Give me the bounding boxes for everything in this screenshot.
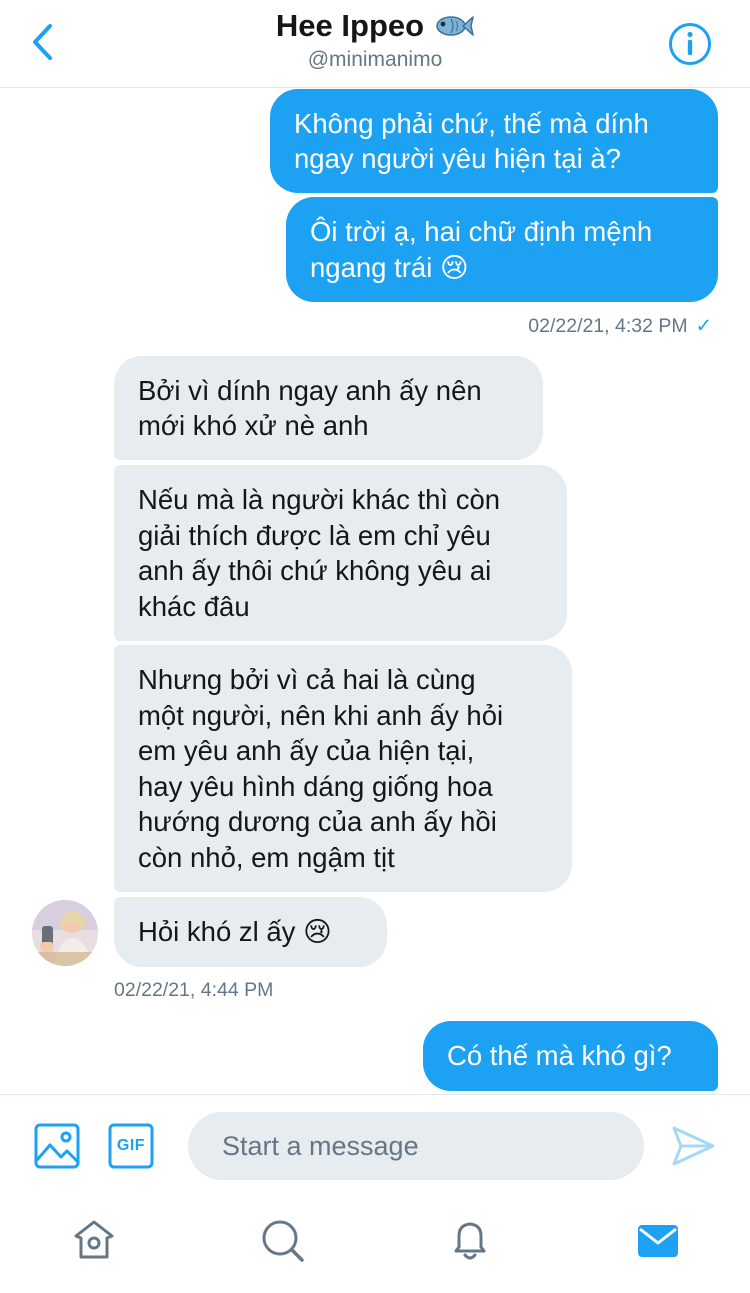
fish-emoji-icon [436, 16, 474, 36]
search-icon [262, 1220, 304, 1262]
add-image-button[interactable] [34, 1123, 80, 1169]
message-text: Ôi trời ạ, hai chữ định mệnh ngang trái … [310, 216, 653, 283]
read-check-icon: ✓ [695, 315, 712, 337]
message-text: Nếu mà là người khác thì còn giải thích … [138, 484, 501, 622]
send-button[interactable] [670, 1123, 716, 1169]
contact-handle: @minimanimo [307, 48, 443, 71]
info-icon [669, 23, 711, 65]
send-icon [672, 1126, 715, 1166]
message-timestamp: 02/22/21, 4:32 PM ✓ [528, 315, 712, 337]
message-timestamp: 02/22/21, 4:44 PM [114, 979, 274, 1001]
avatar-image [32, 900, 98, 966]
bottom-tab-bar [0, 1198, 750, 1293]
tab-home[interactable] [70, 1216, 118, 1264]
conversation-header: Hee Ippeo @minimanimo [0, 0, 750, 88]
image-icon [34, 1123, 80, 1169]
sent-message-bubble[interactable]: Ôi trời ạ, hai chữ định mệnh ngang trái … [286, 197, 718, 302]
message-composer: GIF [0, 1094, 750, 1198]
message-text: Không phải chứ, thế mà dính ngay người y… [294, 107, 649, 175]
contact-avatar[interactable] [32, 900, 98, 966]
conversation-info-button[interactable] [668, 22, 712, 66]
add-gif-button[interactable]: GIF [108, 1123, 154, 1169]
sent-message-bubble[interactable]: Có thế mà khó gì? [423, 1021, 718, 1091]
envelope-icon [638, 1225, 678, 1257]
message-input[interactable] [188, 1112, 644, 1180]
received-message-bubble[interactable]: Nhưng bởi vì cả hai là cùng một người, n… [114, 645, 572, 892]
message-text: Bởi vì dính ngay anh ấy nên mới khó xử n… [138, 374, 482, 442]
message-text: Hỏi khó zl ấy 😢 [138, 916, 332, 948]
tab-messages[interactable] [634, 1216, 682, 1264]
tab-search[interactable] [258, 1216, 306, 1264]
received-message-bubble[interactable]: Nếu mà là người khác thì còn giải thích … [114, 465, 567, 641]
received-message-bubble[interactable]: Hỏi khó zl ấy 😢 [114, 897, 387, 967]
message-text: Có thế mà khó gì? [447, 1040, 672, 1072]
home-icon [74, 1220, 114, 1259]
tab-notifications[interactable] [446, 1216, 494, 1264]
received-message-bubble[interactable]: Bởi vì dính ngay anh ấy nên mới khó xử n… [114, 356, 543, 460]
message-text: Nhưng bởi vì cả hai là cùng một người, n… [138, 664, 504, 873]
sent-message-bubble[interactable]: Không phải chứ, thế mà dính ngay người y… [270, 89, 718, 193]
gif-label: GIF [116, 1137, 146, 1154]
bell-icon [454, 1222, 486, 1260]
contact-name: Hee Ippeo [275, 8, 425, 43]
conversation-title-block[interactable]: Hee Ippeo @minimanimo [0, 8, 750, 72]
